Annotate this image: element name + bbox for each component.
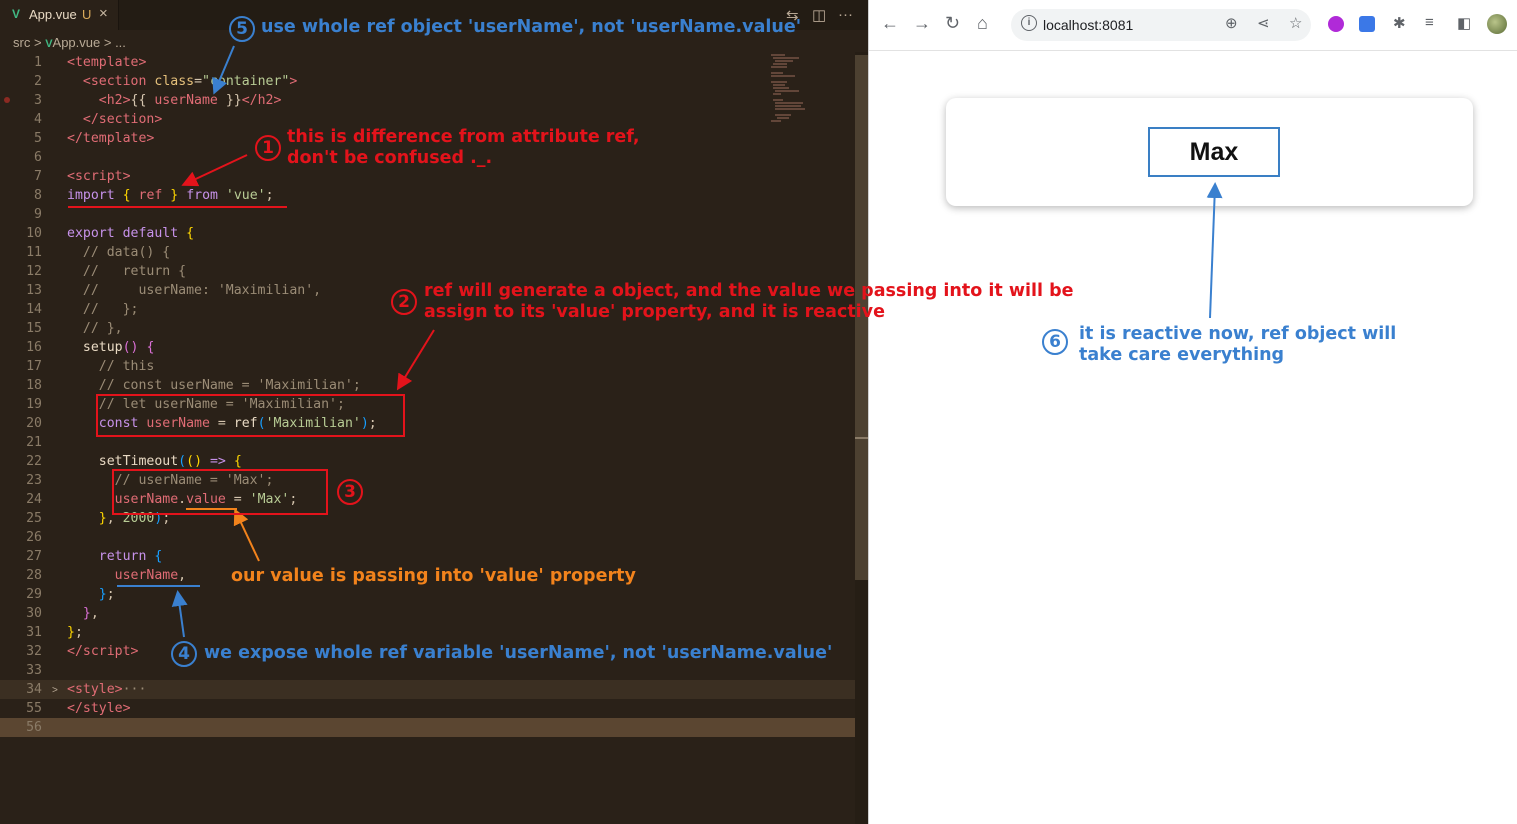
annotation-1-text: this is difference from attribute ref, d… [287, 127, 640, 168]
arrow-1 [181, 154, 248, 187]
annotation-6-badge: 6 [1042, 329, 1068, 355]
arrow-5 [212, 45, 235, 95]
annotation-2-text: ref will generate a object, and the valu… [424, 281, 1074, 322]
highlight-box-value-assignment [112, 469, 328, 515]
highlight-box-ref-declaration [96, 394, 405, 437]
arrow-2 [396, 329, 435, 391]
annotation-4-badge: 4 [171, 641, 197, 667]
annotation-4-text: we expose whole ref variable 'userName',… [204, 643, 833, 663]
arrow-6 [1206, 182, 1223, 319]
annotation-3-badge: 3 [337, 479, 363, 505]
arrow-orange [233, 508, 260, 562]
annotation-2-badge: 2 [391, 289, 417, 315]
arrow-4 [171, 590, 188, 638]
annotation-5-text: use whole ref object 'userName', not 'us… [261, 17, 802, 37]
annotation-6-text: it is reactive now, ref object will take… [1079, 324, 1397, 365]
annotation-1-badge: 1 [255, 135, 281, 161]
annotation-5-badge: 5 [229, 16, 255, 42]
annotation-orange-text: our value is passing into 'value' proper… [231, 566, 636, 586]
